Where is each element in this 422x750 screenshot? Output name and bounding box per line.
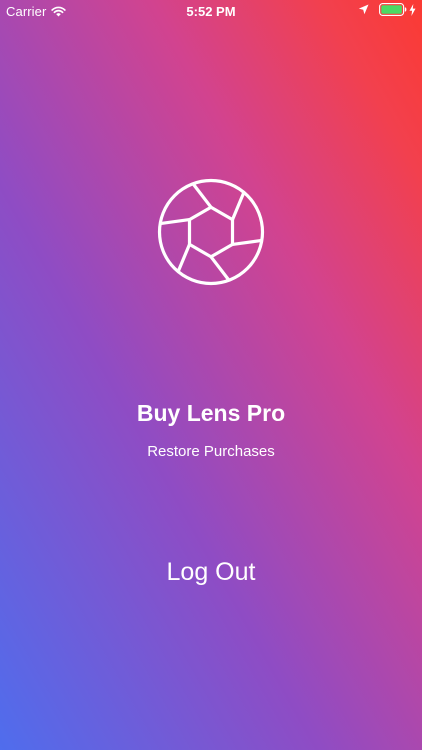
- status-icons: [358, 3, 416, 16]
- battery-icon: [379, 3, 407, 16]
- camera-aperture-icon: [157, 178, 265, 286]
- log-out-button[interactable]: Log Out: [0, 555, 422, 589]
- charging-icon: [409, 3, 416, 16]
- buy-lens-pro-button[interactable]: Buy Lens Pro: [0, 396, 422, 430]
- status-bar: Carrier 5:52 PM: [0, 0, 422, 22]
- restore-purchases-button[interactable]: Restore Purchases: [0, 441, 422, 463]
- location-icon: [358, 4, 369, 15]
